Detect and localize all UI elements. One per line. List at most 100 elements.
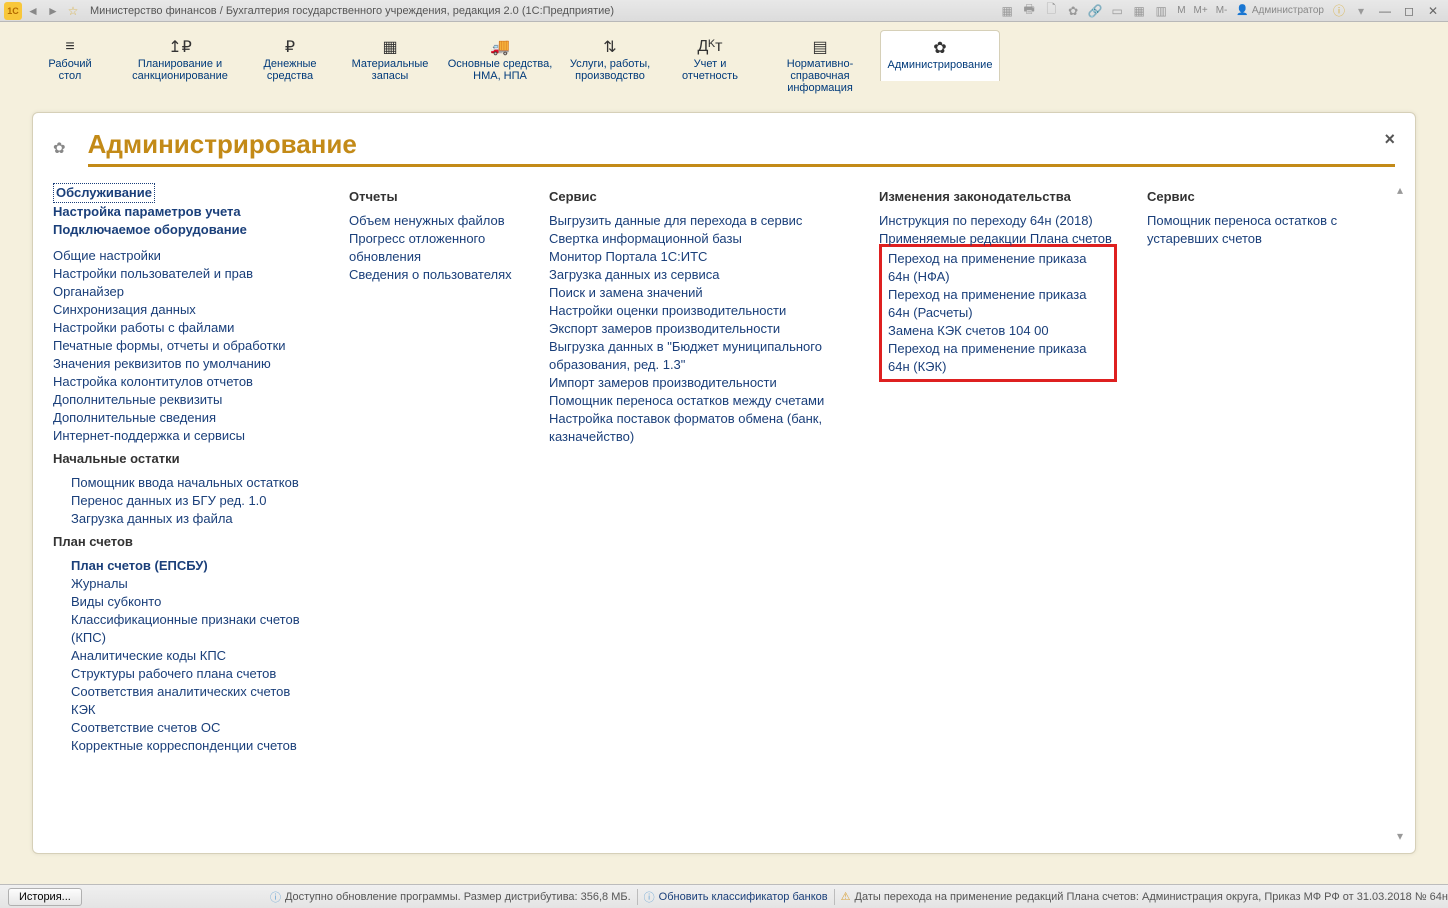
link-plan-revisions[interactable]: Применяемые редакции Плана счетов	[879, 230, 1117, 248]
status-separator	[637, 889, 638, 905]
link-kek-104[interactable]: Замена КЭК счетов 104 00	[888, 322, 1108, 340]
nav-desktop[interactable]: ≡ Рабочийстол	[20, 30, 120, 92]
link-balance-helper[interactable]: Помощник ввода начальных остатков	[71, 474, 319, 492]
info-status-icon-2: ⓘ	[644, 889, 655, 905]
app-logo-icon: 1C	[4, 2, 22, 20]
link-sync[interactable]: Синхронизация данных	[53, 301, 319, 319]
link-os-accounts[interactable]: Соответствие счетов ОС	[71, 719, 319, 737]
link-load-file[interactable]: Загрузка данных из файла	[71, 510, 319, 528]
link-extra-info[interactable]: Дополнительные сведения	[53, 409, 319, 427]
link-perf-import[interactable]: Импорт замеров производительности	[549, 374, 849, 392]
section-initial-balances: Начальные остатки	[53, 451, 319, 466]
list-icon: ▤	[762, 36, 878, 58]
status-bar: История... ⓘ Доступно обновление програм…	[0, 884, 1448, 908]
link-db-shrink[interactable]: Свертка информационной базы	[549, 230, 849, 248]
link-exchange-formats[interactable]: Настройка поставок форматов обмена (банк…	[549, 410, 849, 446]
link-print-forms[interactable]: Печатные формы, отчеты и обработки	[53, 337, 319, 355]
link-export-service[interactable]: Выгрузить данные для перехода в сервис	[549, 212, 849, 230]
nav-accounting[interactable]: Дᴷт Учет иотчетность	[660, 30, 760, 92]
history-button[interactable]: История...	[8, 888, 82, 906]
nav-money[interactable]: ₽ Денежныесредства	[240, 30, 340, 92]
scroll-up-icon[interactable]: ▴	[1391, 183, 1409, 197]
link-64n-raschety[interactable]: Переход на применение приказа 64н (Расче…	[888, 286, 1108, 322]
tool-icon-4[interactable]: ▥	[1152, 2, 1170, 20]
link-search-replace[interactable]: Поиск и замена значений	[549, 284, 849, 302]
column-settings: Обслуживание Настройка параметров учета …	[53, 183, 339, 755]
nav-admin[interactable]: ✿ Администрирование	[880, 30, 1000, 81]
link-hardware[interactable]: Подключаемое оборудование	[53, 221, 319, 239]
link-balance-transfer[interactable]: Помощник переноса остатков между счетами	[549, 392, 849, 410]
link-64n-nfa[interactable]: Переход на применение приказа 64н (НФА)	[888, 250, 1108, 286]
link-subkonto[interactable]: Виды субконто	[71, 593, 319, 611]
nav-materials[interactable]: ▦ Материальныезапасы	[340, 30, 440, 92]
link-unused-files[interactable]: Объем ненужных файлов	[349, 212, 519, 230]
section-reports: Отчеты	[349, 189, 519, 204]
link-files[interactable]: Настройки работы с файлами	[53, 319, 319, 337]
print-icon[interactable]: 🖶	[1020, 2, 1038, 20]
link-64n-instruction[interactable]: Инструкция по переходу 64н (2018)	[879, 212, 1117, 230]
link-64n-kek[interactable]: Переход на применение приказа 64н (КЭК)	[888, 340, 1108, 376]
maximize-button[interactable]: ◻	[1398, 4, 1420, 18]
calculator-icon[interactable]: ▦	[1130, 2, 1148, 20]
tool-icon-1[interactable]: ▦	[998, 2, 1016, 20]
current-user[interactable]: 👤 Администратор	[1236, 5, 1324, 16]
link-perf-export[interactable]: Экспорт замеров производительности	[549, 320, 849, 338]
link-kek[interactable]: КЭК	[71, 701, 319, 719]
page-gear-icon[interactable]: ✿	[53, 139, 66, 157]
link-maintenance[interactable]: Обслуживание	[53, 183, 155, 203]
back-icon[interactable]: ◄	[24, 2, 42, 20]
nav-reference[interactable]: ▤ Нормативно-справочнаяинформация	[760, 30, 880, 104]
info-icon[interactable]: ⓘ	[1330, 2, 1348, 20]
minimize-button[interactable]: —	[1374, 4, 1396, 18]
link-transfer-bgu[interactable]: Перенос данных из БГУ ред. 1.0	[71, 492, 319, 510]
link-obsolete-balance[interactable]: Помощник переноса остатков с устаревших …	[1147, 212, 1347, 248]
link-extra-attrs[interactable]: Дополнительные реквизиты	[53, 391, 319, 409]
link-correspondences[interactable]: Соответствия аналитических счетов	[71, 683, 319, 701]
nav-services[interactable]: ⇅ Услуги, работы,производство	[560, 30, 660, 92]
m-button[interactable]: M	[1174, 5, 1188, 16]
close-page-button[interactable]: ×	[1384, 129, 1395, 150]
link-default-values[interactable]: Значения реквизитов по умолчанию	[53, 355, 319, 373]
tool-icon-3[interactable]: ✿	[1064, 2, 1082, 20]
link-internet-support[interactable]: Интернет-поддержка и сервисы	[53, 427, 319, 445]
m-minus-button[interactable]: M-	[1213, 5, 1231, 16]
link-kps[interactable]: Классификационные признаки счетов (КПС)	[71, 611, 319, 647]
link-epsbu[interactable]: План счетов (ЕПСБУ)	[71, 557, 319, 575]
page-title: Администрирование	[88, 129, 1395, 167]
calendar-icon[interactable]: ▭	[1108, 2, 1126, 20]
nav-assets[interactable]: 🚚 Основные средства,НМА, НПА	[440, 30, 560, 92]
m-plus-button[interactable]: M+	[1191, 5, 1211, 16]
status-update-available[interactable]: ⓘ Доступно обновление программы. Размер …	[270, 889, 631, 905]
column-service: Сервис Выгрузить данные для перехода в с…	[549, 183, 869, 446]
link-user-info[interactable]: Сведения о пользователях	[349, 266, 519, 284]
nav-label: Рабочийстол	[22, 58, 118, 82]
link-kps-codes[interactable]: Аналитические коды КПС	[71, 647, 319, 665]
status-bank-classifier[interactable]: ⓘ Обновить классификатор банков	[644, 889, 828, 905]
link-load-service[interactable]: Загрузка данных из сервиса	[549, 266, 849, 284]
status-plan-dates[interactable]: ⚠ Даты перехода на применение редакций П…	[841, 890, 1448, 903]
link-journals[interactable]: Журналы	[71, 575, 319, 593]
dropdown-icon[interactable]: ▾	[1352, 2, 1370, 20]
nav-planning[interactable]: ↥₽ Планирование исанкционирование	[120, 30, 240, 92]
tool-icon-2[interactable]: 🗋	[1042, 2, 1060, 20]
favorite-icon[interactable]: ☆	[64, 2, 82, 20]
link-its-monitor[interactable]: Монитор Портала 1С:ИТС	[549, 248, 849, 266]
user-name: Администратор	[1252, 5, 1324, 16]
forward-icon[interactable]: ►	[44, 2, 62, 20]
close-window-button[interactable]: ✕	[1422, 4, 1444, 18]
link-headers[interactable]: Настройка колонтитулов отчетов	[53, 373, 319, 391]
link-accounting-params[interactable]: Настройка параметров учета	[53, 203, 319, 221]
main-panel: ✿ Администрирование × ▴ ▾ Обслуживание Н…	[32, 112, 1416, 854]
link-users-rights[interactable]: Настройки пользователей и прав	[53, 265, 319, 283]
link-update-progress[interactable]: Прогресс отложенного обновления	[349, 230, 519, 266]
links-icon[interactable]: 🔗	[1086, 2, 1104, 20]
link-organizer[interactable]: Органайзер	[53, 283, 319, 301]
link-perf-settings[interactable]: Настройки оценки производительности	[549, 302, 849, 320]
column-service-2: Сервис Помощник переноса остатков с уста…	[1147, 183, 1367, 248]
link-budget-export[interactable]: Выгрузка данных в "Бюджет муниципального…	[549, 338, 849, 374]
nav-label: Планирование исанкционирование	[122, 58, 238, 82]
scroll-down-icon[interactable]: ▾	[1391, 829, 1409, 843]
link-structures[interactable]: Структуры рабочего плана счетов	[71, 665, 319, 683]
link-correct-corr[interactable]: Корректные корреспонденции счетов	[71, 737, 319, 755]
link-general-settings[interactable]: Общие настройки	[53, 247, 319, 265]
